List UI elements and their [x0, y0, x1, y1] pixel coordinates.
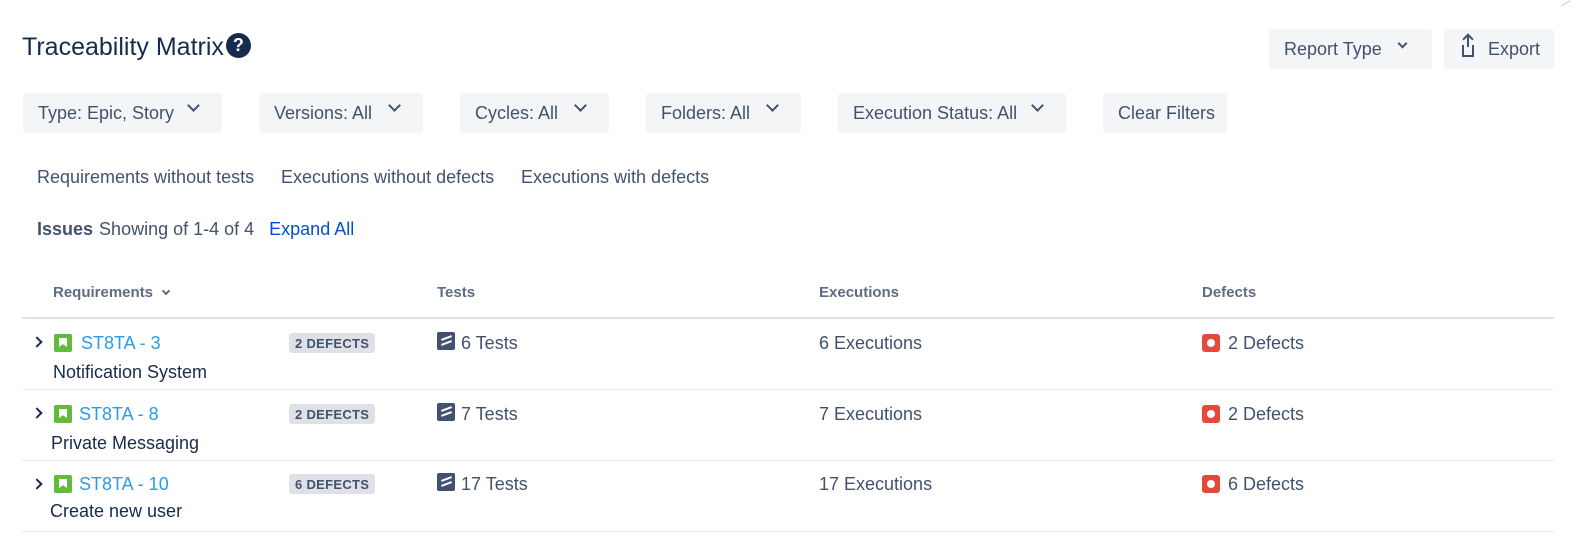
- issue-key-link[interactable]: ST8TA - 10: [79, 474, 169, 495]
- column-header-tests: Tests: [437, 284, 476, 301]
- chevron-down-icon: [766, 99, 779, 112]
- report-type-dropdown[interactable]: Report Type: [1269, 29, 1432, 69]
- defects-count[interactable]: 2 Defects: [1228, 333, 1304, 354]
- chevron-down-icon: [187, 99, 200, 112]
- page-title: Traceability Matrix ?: [22, 33, 251, 62]
- defects-count[interactable]: 2 Defects: [1228, 404, 1304, 425]
- clear-filters-button[interactable]: Clear Filters: [1103, 93, 1227, 133]
- issues-summary: Issues Showing of 1-4 of 4 Expand All: [37, 219, 354, 240]
- defects-lozenge: 6 DEFECTS: [289, 474, 376, 494]
- chevron-down-icon: [1397, 38, 1408, 49]
- executions-count[interactable]: 17 Executions: [819, 474, 932, 495]
- bug-icon: [1202, 405, 1220, 423]
- test-icon: [437, 332, 455, 350]
- folders-filter[interactable]: Folders: All: [646, 93, 801, 133]
- test-icon: [437, 473, 455, 491]
- issue-summary: Private Messaging: [51, 433, 200, 453]
- folders-filter-label: Folders: All: [661, 102, 751, 123]
- column-header-executions: Executions: [819, 284, 900, 301]
- expand-all-link[interactable]: Expand All: [269, 219, 354, 240]
- expand-row-icon[interactable]: [31, 478, 43, 490]
- type-filter[interactable]: Type: Epic, Story: [23, 93, 222, 133]
- defects-lozenge: 2 DEFECTS: [289, 404, 376, 424]
- test-icon: [437, 403, 455, 421]
- window-corner: [1559, 0, 1571, 7]
- versions-filter[interactable]: Versions: All: [259, 93, 423, 133]
- chevron-down-icon: [388, 99, 401, 112]
- issue-summary: Notification System: [53, 362, 208, 382]
- executions-count[interactable]: 7 Executions: [819, 404, 922, 425]
- chevron-down-icon: [574, 99, 587, 112]
- expand-row-icon[interactable]: [31, 336, 43, 348]
- story-icon: [54, 334, 72, 352]
- story-icon: [54, 475, 72, 493]
- expand-row-icon[interactable]: [31, 407, 43, 419]
- page-title-text: Traceability Matrix: [22, 33, 224, 61]
- chevron-down-icon[interactable]: [161, 286, 171, 295]
- tests-count[interactable]: 6 Tests: [461, 333, 518, 354]
- quick-filter-executions-with-defects[interactable]: Executions with defects: [521, 167, 709, 188]
- report-type-label: Report Type: [1284, 38, 1382, 59]
- table-row: ST8TA - 3 Notification System 2 DEFECTS …: [22, 319, 1554, 390]
- issue-summary: Create new user: [50, 501, 183, 521]
- versions-filter-label: Versions: All: [274, 102, 373, 123]
- bug-icon: [1202, 475, 1220, 493]
- tests-count[interactable]: 17 Tests: [461, 474, 528, 495]
- cycles-filter-label: Cycles: All: [475, 102, 559, 123]
- table-row: ST8TA - 10 Create new user 6 DEFECTS 17 …: [22, 460, 1554, 532]
- issue-key-link[interactable]: ST8TA - 3: [81, 333, 161, 354]
- quick-filter-executions-without-defects[interactable]: Executions without defects: [281, 167, 494, 188]
- execution-status-filter-label: Execution Status: All: [853, 102, 1018, 123]
- issue-key-link[interactable]: ST8TA - 8: [79, 404, 159, 425]
- export-label: Export: [1488, 38, 1541, 59]
- column-header-requirements[interactable]: Requirements: [53, 284, 171, 301]
- executions-count[interactable]: 6 Executions: [819, 333, 922, 354]
- bug-icon: [1202, 334, 1220, 352]
- issues-label: Issues: [37, 219, 94, 239]
- defects-count[interactable]: 6 Defects: [1228, 474, 1304, 495]
- tests-count[interactable]: 7 Tests: [461, 404, 518, 425]
- issues-count: Showing of 1-4 of 4: [99, 219, 255, 239]
- clear-filters-label: Clear Filters: [1118, 102, 1216, 123]
- help-circle-icon[interactable]: ?: [225, 33, 251, 58]
- chevron-down-icon: [1031, 99, 1044, 112]
- defects-lozenge: 2 DEFECTS: [289, 333, 376, 353]
- execution-status-filter[interactable]: Execution Status: All: [838, 93, 1066, 133]
- export-icon: [1462, 36, 1474, 57]
- quick-filter-requirements-without-tests[interactable]: Requirements without tests: [37, 167, 254, 188]
- cycles-filter[interactable]: Cycles: All: [460, 93, 609, 133]
- story-icon: [54, 405, 72, 423]
- export-button[interactable]: Export: [1444, 29, 1554, 69]
- table-row: ST8TA - 8 Private Messaging 2 DEFECTS 7 …: [22, 390, 1554, 461]
- type-filter-label: Type: Epic, Story: [38, 102, 175, 123]
- column-header-requirements-label: Requirements: [53, 284, 154, 301]
- column-header-defects: Defects: [1202, 284, 1257, 301]
